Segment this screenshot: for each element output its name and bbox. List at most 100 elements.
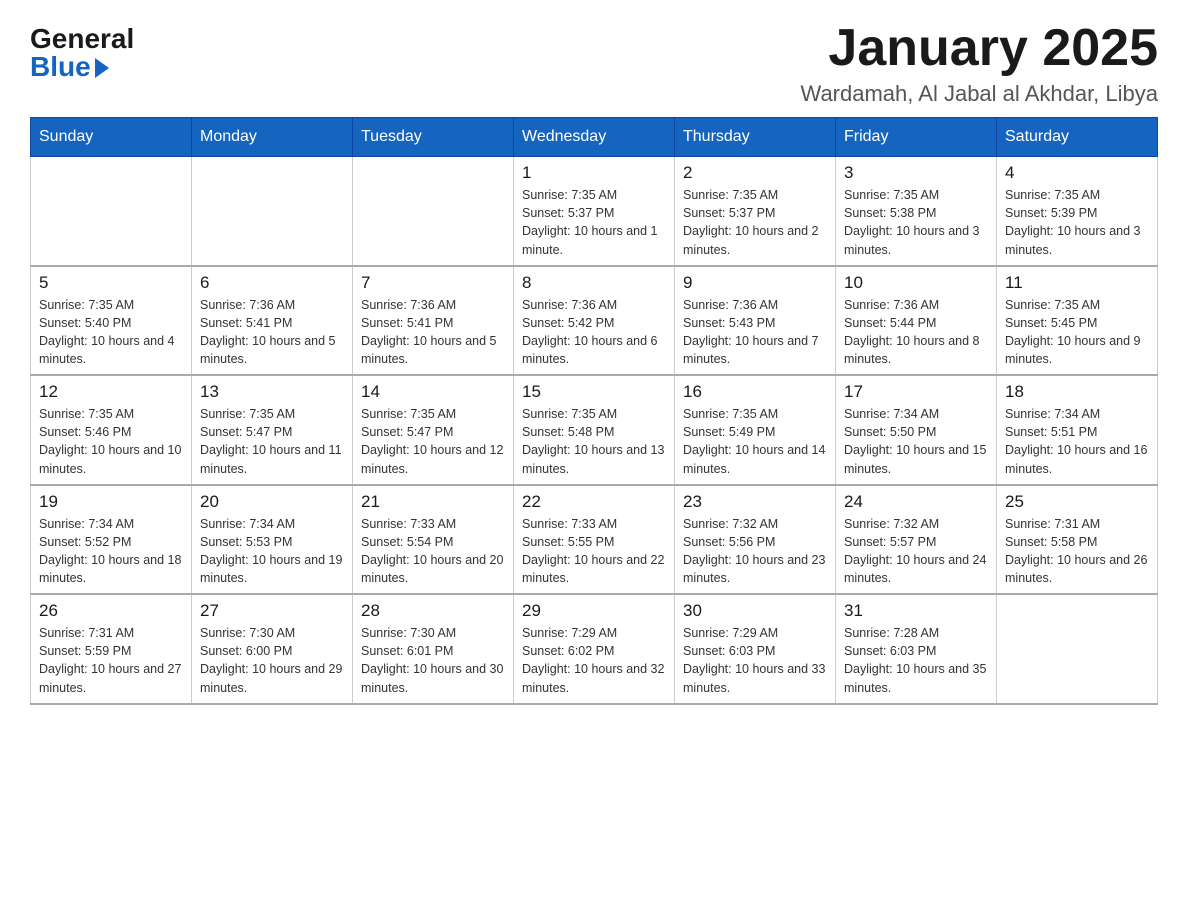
day-number: 10 (844, 273, 988, 293)
calendar-cell: 7 Sunrise: 7:36 AMSunset: 5:41 PMDaylight… (353, 266, 514, 376)
calendar-body: 1 Sunrise: 7:35 AMSunset: 5:37 PMDaylight… (31, 157, 1158, 704)
day-number: 24 (844, 492, 988, 512)
day-number: 5 (39, 273, 183, 293)
day-info: Sunrise: 7:32 AMSunset: 5:56 PMDaylight:… (683, 515, 827, 588)
calendar-cell: 18Sunrise: 7:34 AMSunset: 5:51 PMDayligh… (997, 375, 1158, 485)
day-info: Sunrise: 7:29 AMSunset: 6:03 PMDaylight:… (683, 624, 827, 697)
day-number: 16 (683, 382, 827, 402)
calendar-cell (192, 157, 353, 266)
header-thursday: Thursday (675, 118, 836, 157)
day-number: 1 (522, 163, 666, 183)
day-number: 14 (361, 382, 505, 402)
day-number: 11 (1005, 273, 1149, 293)
calendar-cell: 19Sunrise: 7:34 AMSunset: 5:52 PMDayligh… (31, 485, 192, 595)
header-friday: Friday (836, 118, 997, 157)
day-number: 29 (522, 601, 666, 621)
calendar-cell: 8Sunrise: 7:36 AMSunset: 5:42 PMDaylight… (514, 266, 675, 376)
day-info: Sunrise: 7:35 AMSunset: 5:39 PMDaylight:… (1005, 186, 1149, 259)
day-info: Sunrise: 7:34 AMSunset: 5:52 PMDaylight:… (39, 515, 183, 588)
day-number: 2 (683, 163, 827, 183)
day-info: Sunrise: 7:34 AMSunset: 5:53 PMDaylight:… (200, 515, 344, 588)
day-info: Sunrise: 7:31 AMSunset: 5:59 PMDaylight:… (39, 624, 183, 697)
logo-arrow-icon (95, 58, 109, 78)
calendar-cell: 30 Sunrise: 7:29 AMSunset: 6:03 PMDayligh… (675, 594, 836, 704)
calendar-cell: 6 Sunrise: 7:36 AMSunset: 5:41 PMDaylight… (192, 266, 353, 376)
day-info: Sunrise: 7:30 AMSunset: 6:01 PMDaylight:… (361, 624, 505, 697)
day-number: 9 (683, 273, 827, 293)
calendar-table: SundayMondayTuesdayWednesdayThursdayFrid… (30, 117, 1158, 705)
day-info: Sunrise: 7:28 AMSunset: 6:03 PMDaylight:… (844, 624, 988, 697)
calendar-cell: 5 Sunrise: 7:35 AMSunset: 5:40 PMDaylight… (31, 266, 192, 376)
day-number: 25 (1005, 492, 1149, 512)
calendar-cell: 15Sunrise: 7:35 AMSunset: 5:48 PMDayligh… (514, 375, 675, 485)
day-number: 20 (200, 492, 344, 512)
calendar-header: SundayMondayTuesdayWednesdayThursdayFrid… (31, 118, 1158, 157)
week-row-1: 1 Sunrise: 7:35 AMSunset: 5:37 PMDaylight… (31, 157, 1158, 266)
day-number: 31 (844, 601, 988, 621)
calendar-cell (997, 594, 1158, 704)
calendar-cell: 12 Sunrise: 7:35 AMSunset: 5:46 PMDayligh… (31, 375, 192, 485)
day-info: Sunrise: 7:29 AMSunset: 6:02 PMDaylight:… (522, 624, 666, 697)
week-row-5: 26 Sunrise: 7:31 AMSunset: 5:59 PMDayligh… (31, 594, 1158, 704)
header-sunday: Sunday (31, 118, 192, 157)
day-info: Sunrise: 7:35 AMSunset: 5:37 PMDaylight:… (683, 186, 827, 259)
day-info: Sunrise: 7:35 AMSunset: 5:37 PMDaylight:… (522, 186, 666, 259)
calendar-cell: 31 Sunrise: 7:28 AMSunset: 6:03 PMDayligh… (836, 594, 997, 704)
logo-blue-text: Blue (30, 53, 109, 81)
week-row-3: 12 Sunrise: 7:35 AMSunset: 5:46 PMDayligh… (31, 375, 1158, 485)
day-info: Sunrise: 7:33 AMSunset: 5:54 PMDaylight:… (361, 515, 505, 588)
header-wednesday: Wednesday (514, 118, 675, 157)
calendar-cell: 25 Sunrise: 7:31 AMSunset: 5:58 PMDayligh… (997, 485, 1158, 595)
day-info: Sunrise: 7:30 AMSunset: 6:00 PMDaylight:… (200, 624, 344, 697)
calendar-cell: 1 Sunrise: 7:35 AMSunset: 5:37 PMDaylight… (514, 157, 675, 266)
calendar-cell: 20 Sunrise: 7:34 AMSunset: 5:53 PMDayligh… (192, 485, 353, 595)
calendar-cell: 3Sunrise: 7:35 AMSunset: 5:38 PMDaylight… (836, 157, 997, 266)
day-info: Sunrise: 7:36 AMSunset: 5:41 PMDaylight:… (361, 296, 505, 369)
calendar-cell: 10 Sunrise: 7:36 AMSunset: 5:44 PMDayligh… (836, 266, 997, 376)
day-number: 30 (683, 601, 827, 621)
day-number: 23 (683, 492, 827, 512)
day-info: Sunrise: 7:35 AMSunset: 5:47 PMDaylight:… (200, 405, 344, 478)
title-block: January 2025 Wardamah, Al Jabal al Akhda… (801, 20, 1159, 107)
calendar-cell: 13Sunrise: 7:35 AMSunset: 5:47 PMDayligh… (192, 375, 353, 485)
day-number: 12 (39, 382, 183, 402)
calendar-cell: 2 Sunrise: 7:35 AMSunset: 5:37 PMDaylight… (675, 157, 836, 266)
day-info: Sunrise: 7:35 AMSunset: 5:38 PMDaylight:… (844, 186, 988, 259)
header-tuesday: Tuesday (353, 118, 514, 157)
day-info: Sunrise: 7:35 AMSunset: 5:40 PMDaylight:… (39, 296, 183, 369)
calendar-cell: 17Sunrise: 7:34 AMSunset: 5:50 PMDayligh… (836, 375, 997, 485)
day-info: Sunrise: 7:35 AMSunset: 5:48 PMDaylight:… (522, 405, 666, 478)
day-info: Sunrise: 7:35 AMSunset: 5:45 PMDaylight:… (1005, 296, 1149, 369)
calendar-cell: 24 Sunrise: 7:32 AMSunset: 5:57 PMDayligh… (836, 485, 997, 595)
logo: General Blue (30, 20, 134, 81)
logo-general-text: General (30, 25, 134, 53)
day-number: 7 (361, 273, 505, 293)
calendar-cell: 22 Sunrise: 7:33 AMSunset: 5:55 PMDayligh… (514, 485, 675, 595)
day-number: 8 (522, 273, 666, 293)
week-row-4: 19Sunrise: 7:34 AMSunset: 5:52 PMDayligh… (31, 485, 1158, 595)
day-number: 21 (361, 492, 505, 512)
calendar-cell: 14Sunrise: 7:35 AMSunset: 5:47 PMDayligh… (353, 375, 514, 485)
day-number: 27 (200, 601, 344, 621)
day-info: Sunrise: 7:36 AMSunset: 5:41 PMDaylight:… (200, 296, 344, 369)
day-info: Sunrise: 7:35 AMSunset: 5:46 PMDaylight:… (39, 405, 183, 478)
page-title: January 2025 (801, 20, 1159, 77)
day-info: Sunrise: 7:33 AMSunset: 5:55 PMDaylight:… (522, 515, 666, 588)
day-number: 22 (522, 492, 666, 512)
calendar-cell: 27 Sunrise: 7:30 AMSunset: 6:00 PMDayligh… (192, 594, 353, 704)
header-saturday: Saturday (997, 118, 1158, 157)
header-row: SundayMondayTuesdayWednesdayThursdayFrid… (31, 118, 1158, 157)
calendar-cell: 9Sunrise: 7:36 AMSunset: 5:43 PMDaylight… (675, 266, 836, 376)
day-info: Sunrise: 7:32 AMSunset: 5:57 PMDaylight:… (844, 515, 988, 588)
calendar-cell: 23 Sunrise: 7:32 AMSunset: 5:56 PMDayligh… (675, 485, 836, 595)
calendar-cell (353, 157, 514, 266)
day-number: 6 (200, 273, 344, 293)
page-header: General Blue January 2025 Wardamah, Al J… (30, 20, 1158, 107)
day-number: 26 (39, 601, 183, 621)
calendar-cell: 29 Sunrise: 7:29 AMSunset: 6:02 PMDayligh… (514, 594, 675, 704)
day-info: Sunrise: 7:31 AMSunset: 5:58 PMDaylight:… (1005, 515, 1149, 588)
day-number: 17 (844, 382, 988, 402)
day-info: Sunrise: 7:36 AMSunset: 5:44 PMDaylight:… (844, 296, 988, 369)
calendar-cell: 16Sunrise: 7:35 AMSunset: 5:49 PMDayligh… (675, 375, 836, 485)
day-number: 4 (1005, 163, 1149, 183)
